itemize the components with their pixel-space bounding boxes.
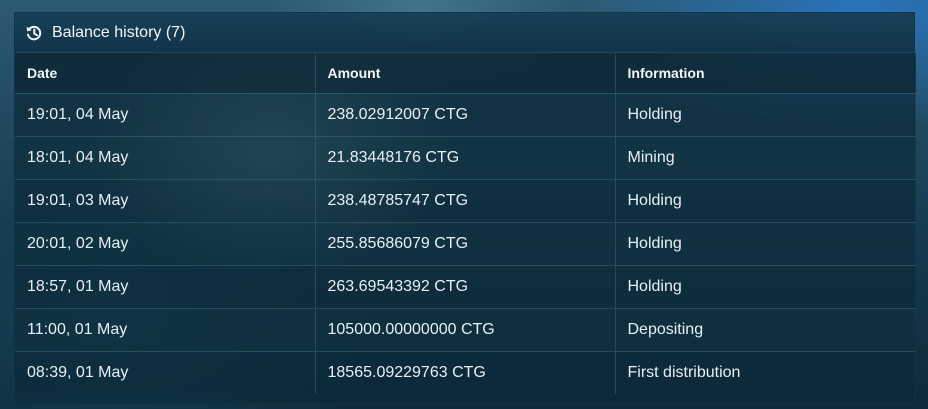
- amount-cell: 21.83448176 CTG: [314, 136, 615, 180]
- amount-cell: 105000.00000000 CTG: [314, 308, 615, 352]
- information-cell: Holding: [614, 265, 916, 309]
- date-cell: 08:39, 01 May: [15, 351, 315, 394]
- balance-history-table: Date Amount Information 19:01, 04 May 23…: [15, 53, 916, 394]
- information-cell: Holding: [614, 93, 916, 137]
- date-cell: 18:57, 01 May: [15, 265, 315, 309]
- column-header-information[interactable]: Information: [614, 53, 916, 94]
- panel-header: Balance history (7): [15, 13, 914, 53]
- table-row: 20:01, 02 May 255.85686079 CTG Holding: [15, 222, 916, 266]
- panel-title: Balance history (7): [52, 23, 186, 41]
- table-row: 18:57, 01 May 263.69543392 CTG Holding: [15, 265, 916, 309]
- table-row: 08:39, 01 May 18565.09229763 CTG First d…: [15, 351, 916, 394]
- amount-cell: 238.02912007 CTG: [314, 93, 615, 137]
- information-cell: Holding: [614, 222, 916, 266]
- table-row: 18:01, 04 May 21.83448176 CTG Mining: [15, 136, 916, 180]
- amount-cell: 238.48785747 CTG: [314, 179, 615, 223]
- table-header-row: Date Amount Information: [15, 53, 916, 94]
- information-cell: Depositing: [614, 308, 916, 352]
- amount-cell: 263.69543392 CTG: [314, 265, 615, 309]
- information-cell: Mining: [614, 136, 916, 180]
- history-icon: [25, 24, 43, 42]
- table-row: 19:01, 04 May 238.02912007 CTG Holding: [15, 93, 916, 137]
- amount-cell: 255.85686079 CTG: [314, 222, 615, 266]
- information-cell: First distribution: [614, 351, 916, 394]
- information-cell: Holding: [614, 179, 916, 223]
- amount-cell: 18565.09229763 CTG: [314, 351, 615, 394]
- date-cell: 19:01, 03 May: [15, 179, 315, 223]
- column-header-amount[interactable]: Amount: [314, 53, 615, 94]
- table-row: 19:01, 03 May 238.48785747 CTG Holding: [15, 179, 916, 223]
- column-header-date[interactable]: Date: [15, 53, 315, 94]
- date-cell: 11:00, 01 May: [15, 308, 315, 352]
- balance-history-panel: Balance history (7) Date Amount Informat…: [14, 12, 916, 404]
- date-cell: 19:01, 04 May: [15, 93, 315, 137]
- date-cell: 18:01, 04 May: [15, 136, 315, 180]
- table-row: 11:00, 01 May 105000.00000000 CTG Deposi…: [15, 308, 916, 352]
- date-cell: 20:01, 02 May: [15, 222, 315, 266]
